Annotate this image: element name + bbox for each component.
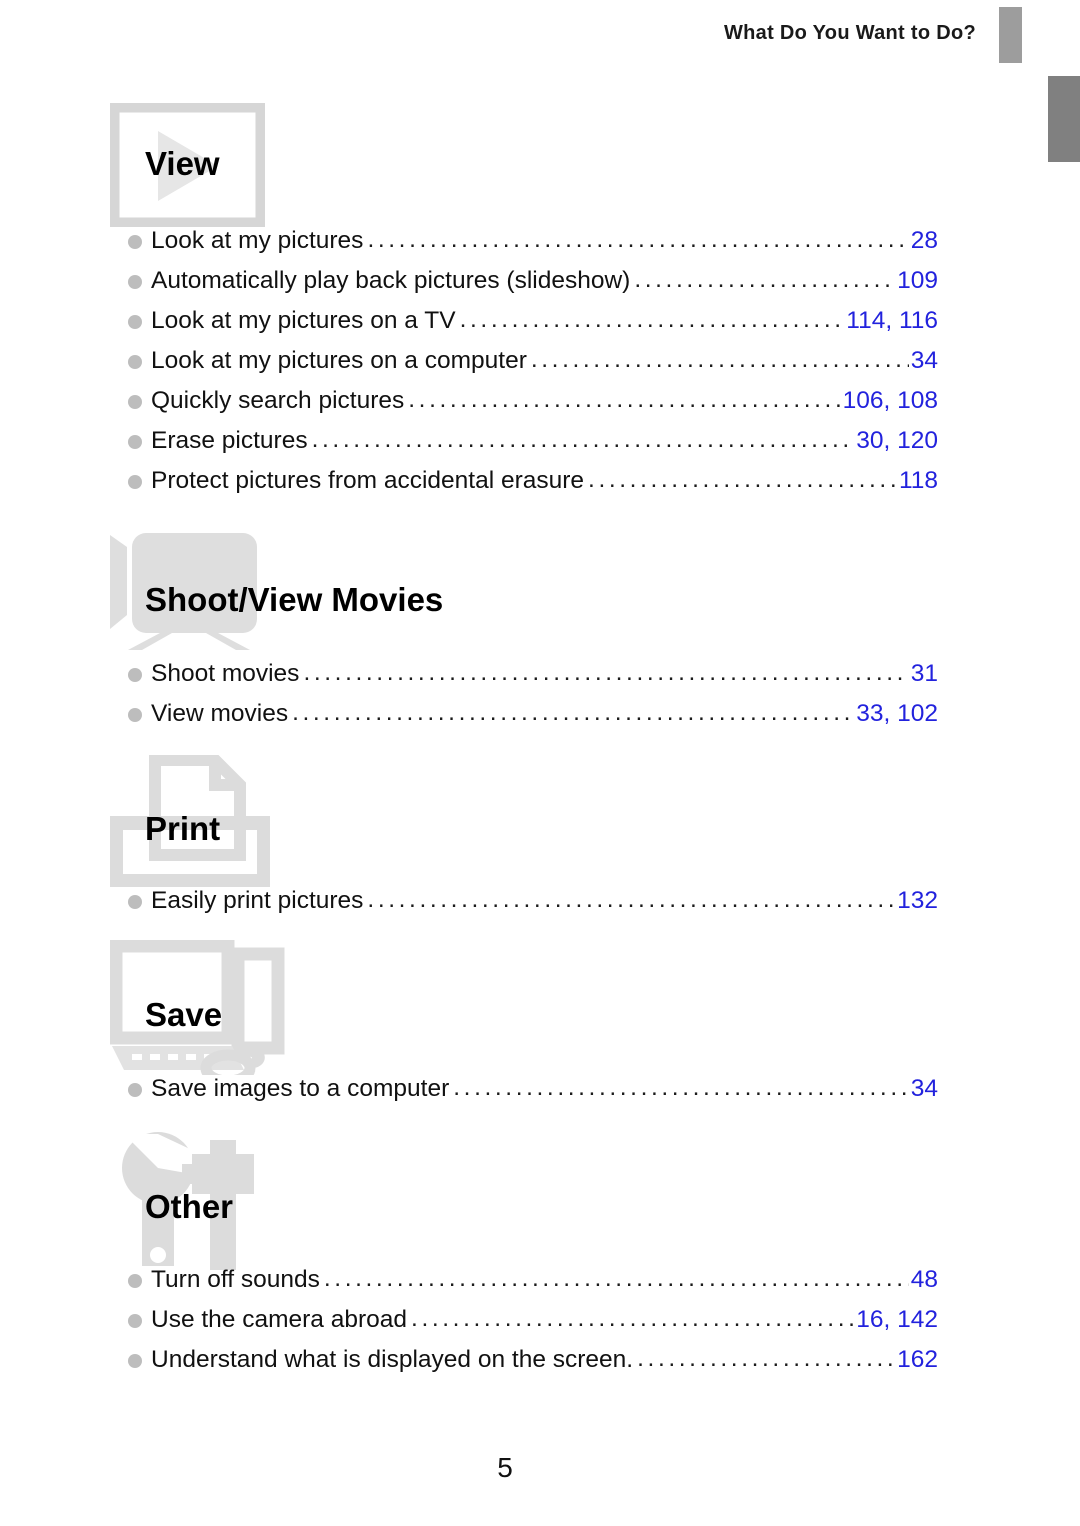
section-title-shoot-view-movies: Shoot/View Movies xyxy=(145,581,444,618)
entry-list-view: Look at my pictures ....................… xyxy=(110,226,1010,507)
toc-entry[interactable]: Look at my pictures ....................… xyxy=(110,226,1010,267)
toc-entry-page: 16, 142 xyxy=(856,1306,938,1333)
toc-entry-page: 48 xyxy=(910,1266,938,1293)
page-title: What Do You Want to Do? xyxy=(723,22,976,44)
entry-list-other: Turn off sounds ........................… xyxy=(110,1265,1010,1386)
toc-entry-label: Protect pictures from accidental erasure xyxy=(151,467,585,494)
toc-entry[interactable]: Quickly search pictures ................… xyxy=(110,386,1010,427)
toc-entry-page: 28 xyxy=(910,227,938,254)
section-title-print: Print xyxy=(145,810,221,847)
dot-leader: ........................................… xyxy=(367,226,909,253)
toc-entry-page: 34 xyxy=(910,347,938,374)
dot-leader: ........................................… xyxy=(311,426,855,453)
bullet-icon xyxy=(128,895,142,909)
section-view: View Look at my pictures ...............… xyxy=(110,95,1010,494)
dot-leader: ........................................… xyxy=(323,1265,909,1292)
toc-entry-page: 118 xyxy=(898,467,938,494)
toc-entry[interactable]: Understand what is displayed on the scre… xyxy=(110,1345,1010,1386)
bullet-icon xyxy=(128,475,142,489)
dot-leader: ........................................… xyxy=(408,386,840,413)
section-header-view: View xyxy=(110,95,1010,227)
toc-entry-label: Turn off sounds xyxy=(151,1266,320,1293)
toc-entry[interactable]: Use the camera abroad ..................… xyxy=(110,1305,1010,1346)
toc-entry[interactable]: Easily print pictures ..................… xyxy=(110,886,1010,927)
toc-entry-page: 109 xyxy=(897,267,938,294)
toc-entry[interactable]: Automatically play back pictures (slides… xyxy=(110,266,1010,307)
bullet-icon xyxy=(128,395,142,409)
toc-entry-page: 114, 116 xyxy=(846,307,938,334)
toc-entry-page: 31 xyxy=(910,660,938,687)
toc-entry-label: Save images to a computer xyxy=(151,1075,450,1102)
toc-entry-page: 106, 108 xyxy=(842,387,938,414)
bullet-icon xyxy=(128,315,142,329)
toc-entry[interactable]: Protect pictures from accidental erasure… xyxy=(110,466,1010,507)
section-header-other: Other xyxy=(110,1128,1010,1273)
toc-entry-label: Erase pictures xyxy=(151,427,308,454)
dot-leader: ........................................… xyxy=(411,1305,854,1332)
chapter-tab-marker-secondary xyxy=(1048,76,1080,162)
dot-leader: ........................................… xyxy=(459,306,845,333)
toc-entry[interactable]: Look at my pictures on a TV ............… xyxy=(110,306,1010,347)
dot-leader: ........................................… xyxy=(367,886,895,913)
bullet-icon xyxy=(128,1083,142,1097)
toc-entry-page: 34 xyxy=(910,1075,938,1102)
toc-entry-label: Quickly search pictures xyxy=(151,387,405,414)
toc-entry-label: Shoot movies xyxy=(151,660,300,687)
section-shoot-view-movies: Shoot/View Movies Shoot movies .........… xyxy=(110,525,1010,727)
section-header-shoot-view-movies: Shoot/View Movies xyxy=(110,525,1010,650)
page-header: What Do You Want to Do? xyxy=(0,0,1080,162)
toc-entry[interactable]: Save images to a computer ..............… xyxy=(110,1074,1010,1115)
toc-entry-label: Easily print pictures xyxy=(151,887,364,914)
dot-leader: ........................................… xyxy=(637,1345,895,1372)
dot-leader: ........................................… xyxy=(530,346,909,373)
section-title-save: Save xyxy=(145,996,223,1033)
toc-entry-page: 33, 102 xyxy=(856,700,938,727)
bullet-icon xyxy=(128,275,142,289)
toc-entry-label: Look at my pictures on a TV xyxy=(151,307,456,334)
entry-list-save: Save images to a computer ..............… xyxy=(110,1074,1010,1115)
entry-list-shoot-view-movies: Shoot movies ...........................… xyxy=(110,659,1010,740)
bullet-icon xyxy=(128,355,142,369)
toc-entry[interactable]: Shoot movies ...........................… xyxy=(110,659,1010,700)
toc-entry[interactable]: Erase pictures .........................… xyxy=(110,426,1010,467)
bullet-icon xyxy=(128,235,142,249)
section-other: Other Turn off sounds ..................… xyxy=(110,1128,1010,1373)
dot-leader: ........................................… xyxy=(588,466,897,493)
toc-entry-page: 162 xyxy=(897,1346,938,1373)
section-title-other: Other xyxy=(145,1188,234,1225)
toc-entry[interactable]: Look at my pictures on a computer ......… xyxy=(110,346,1010,387)
toc-entry-label: Automatically play back pictures (slides… xyxy=(151,267,631,294)
bullet-icon xyxy=(128,1314,142,1328)
bullet-icon xyxy=(128,1274,142,1288)
toc-entry[interactable]: View movies ............................… xyxy=(110,699,1010,740)
dot-leader: ........................................… xyxy=(303,659,908,686)
bullet-icon xyxy=(128,708,142,722)
entry-list-print: Easily print pictures ..................… xyxy=(110,886,1010,927)
toc-entry[interactable]: Turn off sounds ........................… xyxy=(110,1265,1010,1306)
toc-entry-label: Look at my pictures on a computer xyxy=(151,347,527,374)
bullet-icon xyxy=(128,435,142,449)
dot-leader: ........................................… xyxy=(292,699,855,726)
toc-entry-page: 132 xyxy=(897,887,938,914)
section-save: Save Save images to a computer .........… xyxy=(110,940,1010,1102)
section-title-view: View xyxy=(145,145,220,182)
toc-entry-label: Look at my pictures xyxy=(151,227,364,254)
dot-leader: ........................................… xyxy=(634,266,895,293)
page-number: 5 xyxy=(497,1452,513,1483)
dot-leader: ........................................… xyxy=(453,1074,908,1101)
toc-entry-label: Use the camera abroad xyxy=(151,1306,408,1333)
bullet-icon xyxy=(128,1354,142,1368)
bullet-icon xyxy=(128,668,142,682)
section-header-print: Print xyxy=(110,755,1010,887)
section-header-save: Save xyxy=(110,940,1010,1075)
toc-entry-label: View movies xyxy=(151,700,289,727)
chapter-tab-marker-primary xyxy=(999,7,1022,63)
section-print: Print Easily print pictures ............… xyxy=(110,755,1010,914)
toc-entry-page: 30, 120 xyxy=(856,427,938,454)
toc-entry-label: Understand what is displayed on the scre… xyxy=(151,1346,634,1373)
